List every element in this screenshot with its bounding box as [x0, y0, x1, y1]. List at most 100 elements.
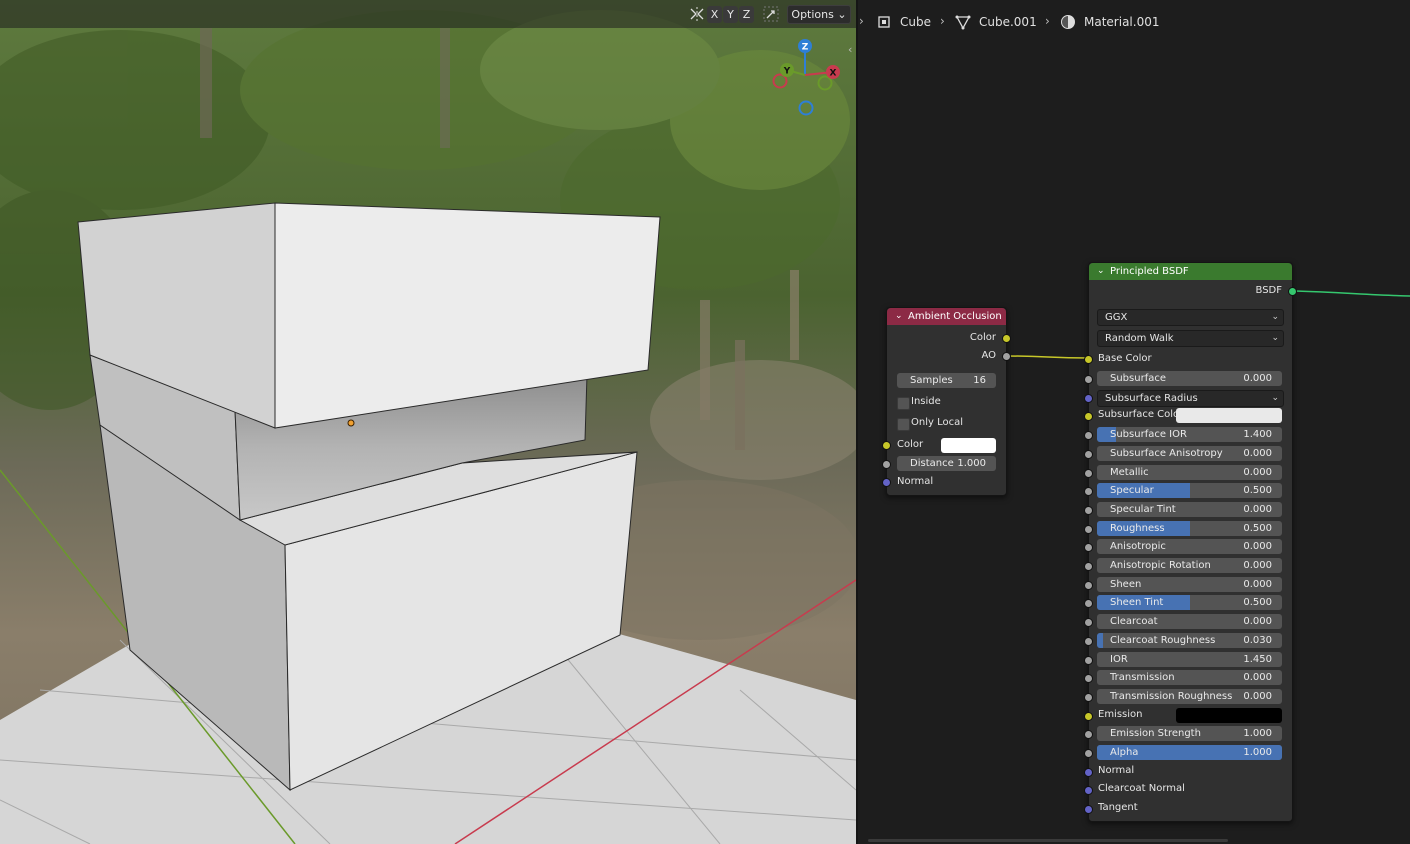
transmission-socket[interactable]	[1084, 674, 1093, 683]
axis-toggle-x[interactable]: X	[707, 6, 722, 23]
ao-output-color-socket[interactable]	[1002, 334, 1011, 343]
clearcoat-socket[interactable]	[1084, 618, 1093, 627]
ao-input-normal-socket[interactable]	[882, 478, 891, 487]
subsurface-field[interactable]: Subsurface 0.000	[1097, 371, 1282, 386]
ao-output-ao-socket[interactable]	[1002, 352, 1011, 361]
principled-bsdf-node[interactable]: ⌄ Principled BSDF BSDF GGX ⌄ Random Walk…	[1084, 262, 1297, 822]
emission-socket[interactable]	[1084, 712, 1093, 721]
tangent-label: Tangent	[1098, 802, 1138, 813]
anisotropic-socket[interactable]	[1084, 543, 1093, 552]
ior-field[interactable]: IOR 1.450	[1097, 652, 1282, 667]
distribution-value: GGX	[1105, 312, 1128, 323]
mirror-icon[interactable]	[688, 5, 706, 23]
specular-field[interactable]: Specular 0.500	[1097, 483, 1282, 498]
sidebar-toggle-icon[interactable]: ‹	[848, 43, 852, 56]
samples-label: Samples	[910, 375, 953, 386]
navigation-gizmo[interactable]: Z Y X	[760, 35, 850, 125]
only-local-checkbox[interactable]	[897, 418, 910, 431]
sheen-tint-field[interactable]: Sheen Tint 0.500	[1097, 595, 1282, 610]
ao-to-basecolor-link[interactable]	[1005, 355, 1090, 359]
bsdf-output-link[interactable]	[1292, 290, 1410, 297]
axis-toggle-z[interactable]: Z	[739, 6, 754, 23]
shader-node-editor[interactable]: › Cube › Cube.001 › Material.001 ⌄ Ambie…	[858, 0, 1410, 844]
clearcoat-field[interactable]: Clearcoat 0.000	[1097, 614, 1282, 629]
subsurface-anisotropy-socket[interactable]	[1084, 450, 1093, 459]
inside-checkbox[interactable]	[897, 397, 910, 410]
roughness-socket[interactable]	[1084, 525, 1093, 534]
distribution-dropdown[interactable]: GGX ⌄	[1097, 309, 1284, 326]
collapse-chevron-icon[interactable]: ⌄	[1097, 263, 1105, 280]
specular-socket[interactable]	[1084, 487, 1093, 496]
alpha-label: Alpha	[1110, 747, 1139, 758]
options-label: Options	[791, 8, 834, 21]
subsurface-ior-field[interactable]: Subsurface IOR 1.400	[1097, 427, 1282, 442]
ao-input-distance-socket[interactable]	[882, 460, 891, 469]
metallic-field[interactable]: Metallic 0.000	[1097, 465, 1282, 480]
tangent-socket[interactable]	[1084, 805, 1093, 814]
specular-tint-field[interactable]: Specular Tint 0.000	[1097, 502, 1282, 517]
chevron-down-icon: ⌄	[1271, 333, 1279, 343]
subsurface-radius-dropdown[interactable]: Subsurface Radius ⌄	[1097, 390, 1284, 407]
clearcoat-roughness-socket[interactable]	[1084, 637, 1093, 646]
emission-strength-socket[interactable]	[1084, 730, 1093, 739]
ior-value: 1.450	[1243, 654, 1272, 665]
specular-tint-socket[interactable]	[1084, 506, 1093, 515]
base-color-label: Base Color	[1098, 353, 1152, 364]
anisotropic-rotation-label: Anisotropic Rotation	[1110, 560, 1211, 571]
snap-icon[interactable]	[762, 5, 780, 23]
bsdf-node-header[interactable]: ⌄ Principled BSDF	[1089, 263, 1292, 280]
subsurface-method-value: Random Walk	[1105, 333, 1174, 344]
transmission-roughness-socket[interactable]	[1084, 693, 1093, 702]
normal-socket[interactable]	[1084, 768, 1093, 777]
axis-toggle-y[interactable]: Y	[723, 6, 738, 23]
sheen-label: Sheen	[1110, 579, 1142, 590]
emission-label: Emission	[1098, 709, 1143, 720]
metallic-value: 0.000	[1243, 467, 1272, 478]
sheen-tint-socket[interactable]	[1084, 599, 1093, 608]
gizmo-y-label: Y	[783, 67, 791, 77]
clearcoat-roughness-field[interactable]: Clearcoat Roughness 0.030	[1097, 633, 1282, 648]
roughness-field[interactable]: Roughness 0.500	[1097, 521, 1282, 536]
alpha-field[interactable]: Alpha 1.000	[1097, 745, 1282, 760]
specular-tint-label: Specular Tint	[1110, 504, 1176, 515]
sheen-tint-value: 0.500	[1243, 597, 1272, 608]
subsurface-radius-socket[interactable]	[1084, 394, 1093, 403]
anisotropic-rotation-field[interactable]: Anisotropic Rotation 0.000	[1097, 558, 1282, 573]
horizontal-scrollbar[interactable]	[868, 839, 1228, 842]
emission-swatch[interactable]	[1176, 708, 1282, 723]
bsdf-output-socket[interactable]	[1288, 287, 1297, 296]
subsurface-color-socket[interactable]	[1084, 412, 1093, 421]
collapse-chevron-icon[interactable]: ⌄	[895, 308, 903, 325]
anisotropic-field[interactable]: Anisotropic 0.000	[1097, 539, 1282, 554]
clearcoat-normal-socket[interactable]	[1084, 786, 1093, 795]
normal-label: Normal	[1098, 765, 1135, 776]
sheen-field[interactable]: Sheen 0.000	[1097, 577, 1282, 592]
ior-socket[interactable]	[1084, 656, 1093, 665]
subsurface-socket[interactable]	[1084, 375, 1093, 384]
ao-node-header[interactable]: ⌄ Ambient Occlusion	[887, 308, 1006, 325]
specular-tint-value: 0.000	[1243, 504, 1272, 515]
subsurface-color-swatch[interactable]	[1176, 408, 1282, 423]
sheen-socket[interactable]	[1084, 581, 1093, 590]
distance-field[interactable]: Distance 1.000	[897, 456, 996, 471]
anisotropic-rotation-socket[interactable]	[1084, 562, 1093, 571]
subsurface-method-dropdown[interactable]: Random Walk ⌄	[1097, 330, 1284, 347]
alpha-socket[interactable]	[1084, 749, 1093, 758]
subsurface-anisotropy-field[interactable]: Subsurface Anisotropy 0.000	[1097, 446, 1282, 461]
samples-field[interactable]: Samples 16	[897, 373, 996, 388]
transmission-roughness-field[interactable]: Transmission Roughness 0.000	[1097, 689, 1282, 704]
ambient-occlusion-node[interactable]: ⌄ Ambient Occlusion Color AO Samples 16 …	[882, 307, 1011, 496]
3d-viewport[interactable]: X Y Z Options ⌄ Z Y X ‹	[0, 0, 856, 844]
transmission-field[interactable]: Transmission 0.000	[1097, 670, 1282, 685]
base-color-socket[interactable]	[1084, 355, 1093, 364]
metallic-socket[interactable]	[1084, 469, 1093, 478]
subsurface-ior-socket[interactable]	[1084, 431, 1093, 440]
options-dropdown[interactable]: Options ⌄	[787, 5, 851, 24]
transmission-label: Transmission	[1110, 672, 1175, 683]
emission-strength-field[interactable]: Emission Strength 1.000	[1097, 726, 1282, 741]
ao-input-normal-label: Normal	[897, 476, 934, 487]
ao-input-color-socket[interactable]	[882, 441, 891, 450]
ao-color-swatch[interactable]	[941, 438, 996, 453]
gizmo-neg-z-icon[interactable]	[798, 100, 814, 116]
roughness-label: Roughness	[1110, 523, 1165, 534]
